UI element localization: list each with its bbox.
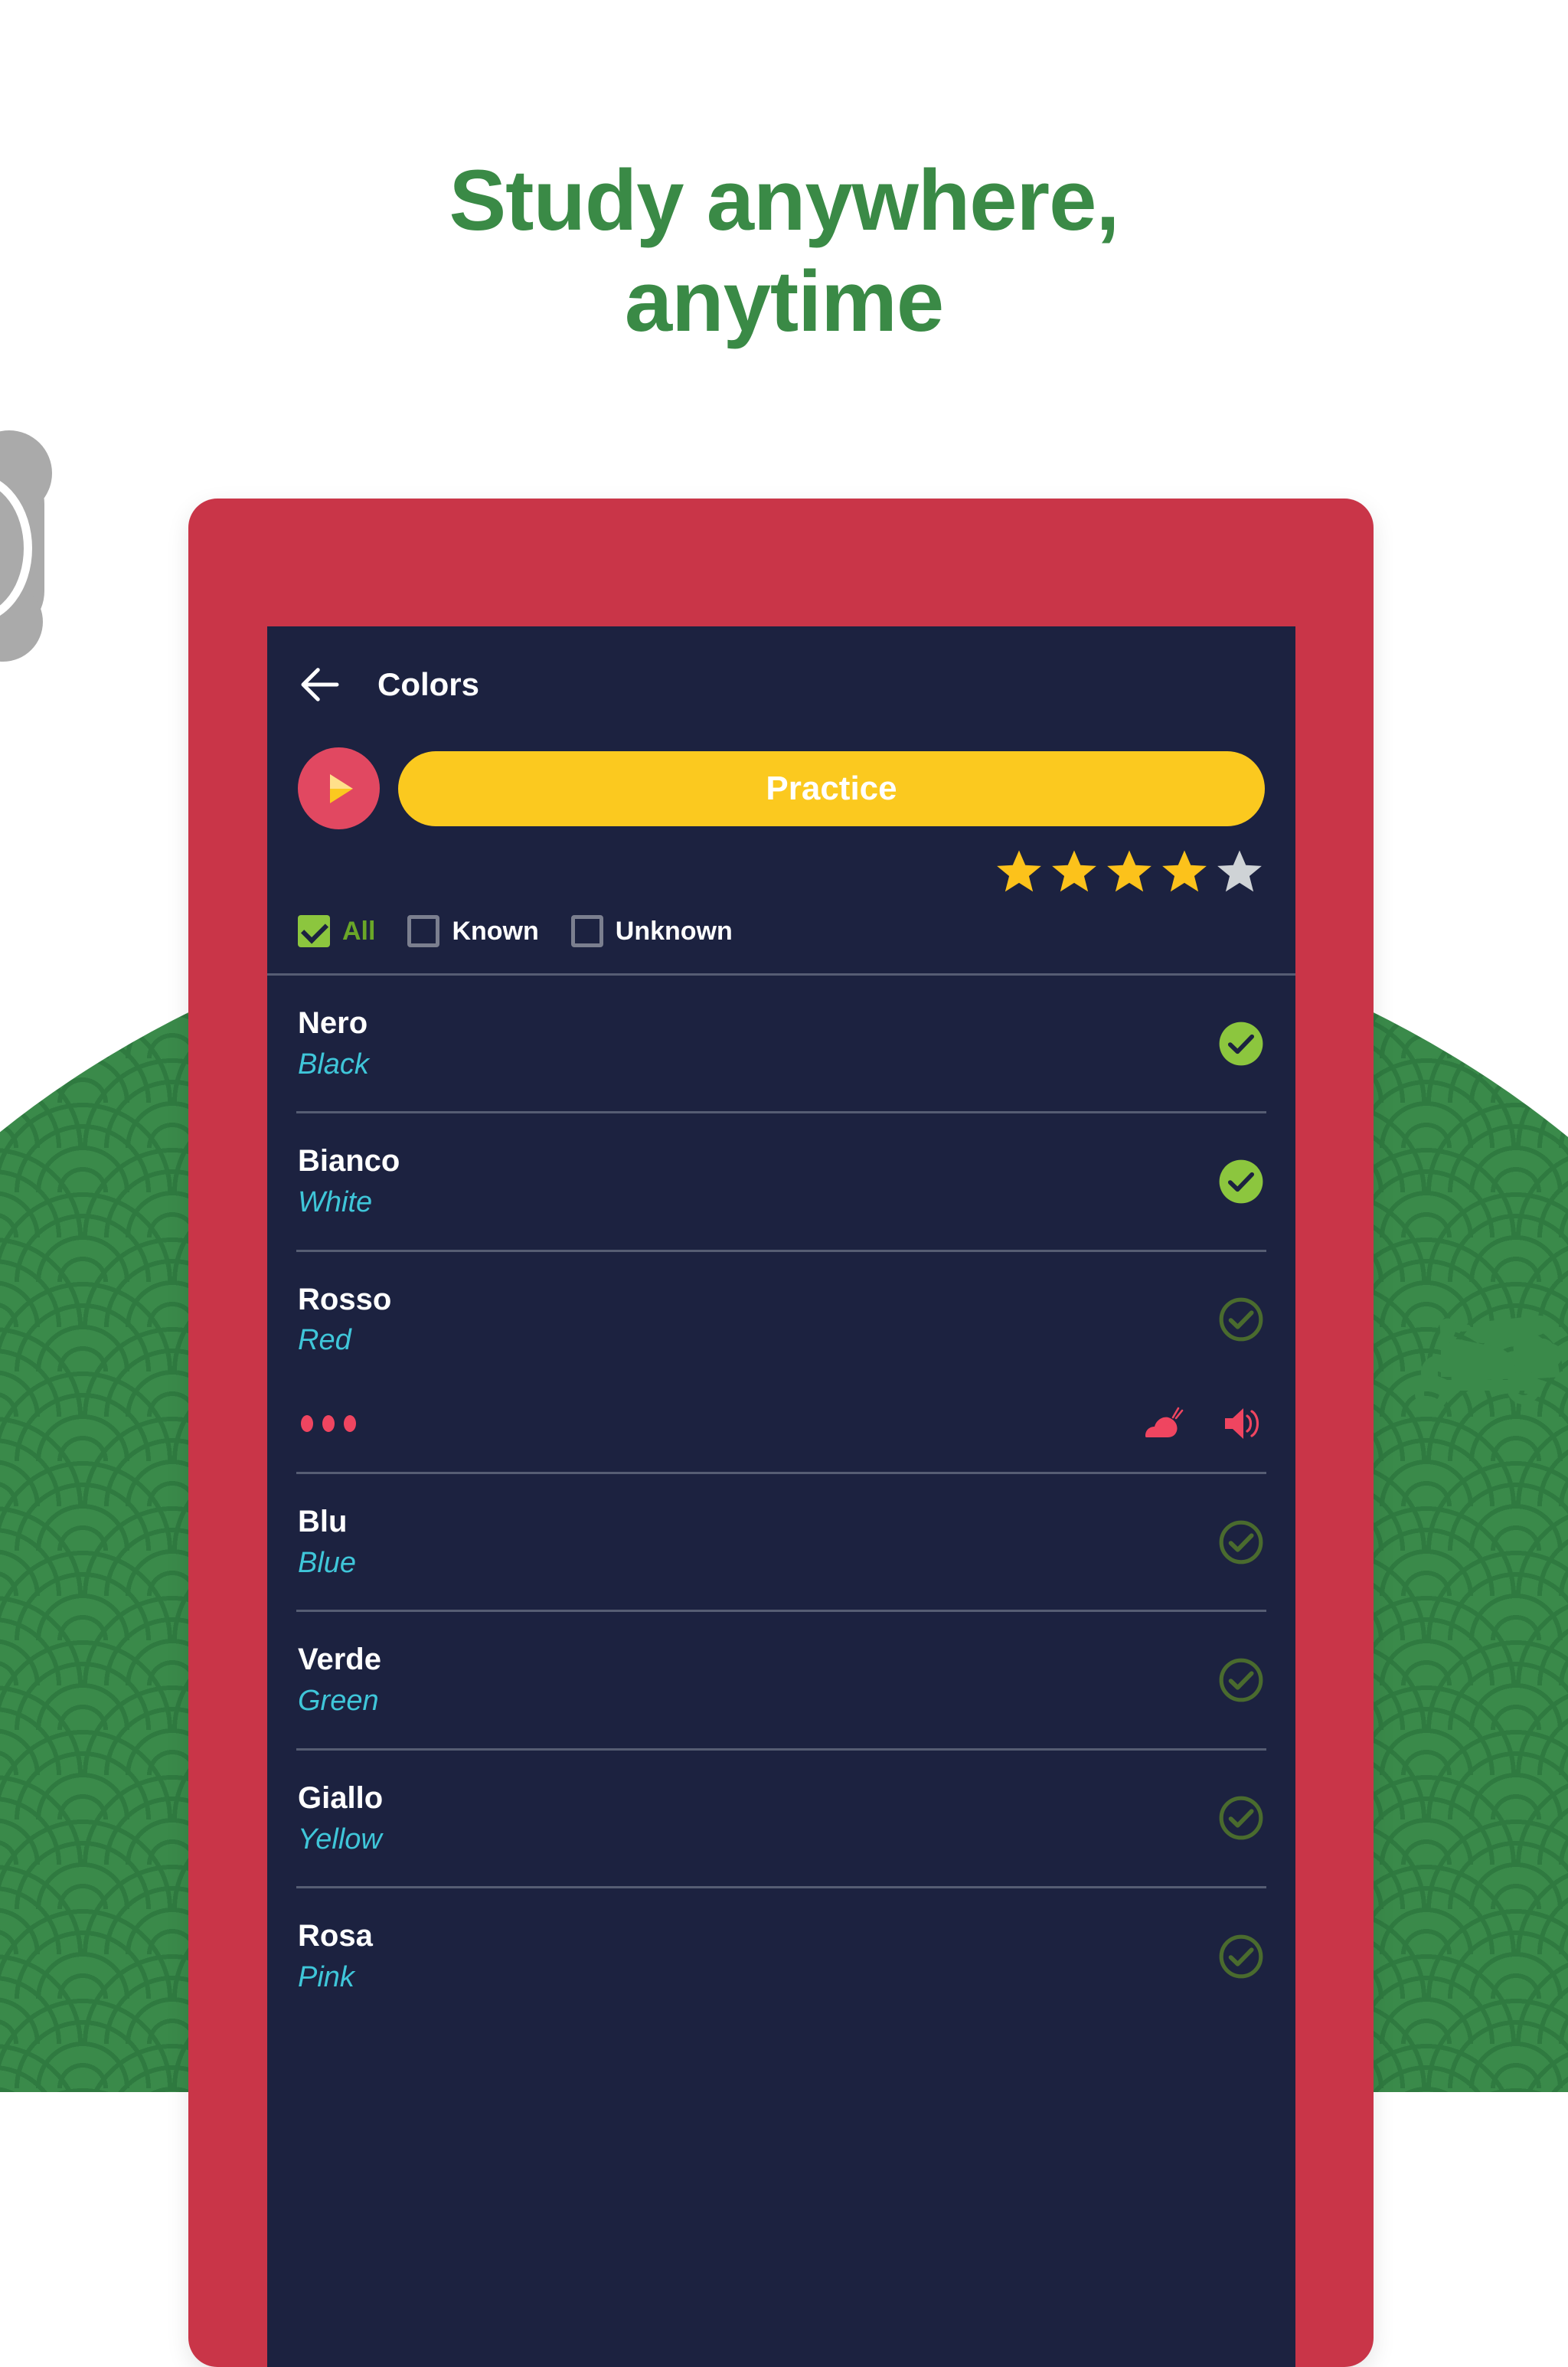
tablet-device-frame: Colors Practice All Known Unknown Nero B… [188, 499, 1374, 2367]
word-term: Bianco [298, 1144, 400, 1179]
list-item[interactable]: Bianco White [267, 1113, 1295, 1249]
word-term: Verde [298, 1643, 381, 1677]
unknown-check-icon[interactable] [1217, 1656, 1265, 1704]
filter-unknown[interactable]: Unknown [570, 915, 733, 947]
practice-button[interactable]: Practice [398, 750, 1265, 826]
filter-row: All Known Unknown [267, 897, 1295, 973]
word-translation: Pink [298, 1960, 354, 1993]
known-check-icon[interactable] [1217, 1158, 1265, 1205]
list-item[interactable]: Verde Green [267, 1612, 1295, 1747]
list-item[interactable]: Blu Blue [267, 1474, 1295, 1610]
app-screen: Colors Practice All Known Unknown Nero B… [267, 626, 1295, 2367]
filter-all-label: All [342, 916, 376, 946]
app-bar: Colors [267, 626, 1295, 743]
star-filled-icon[interactable] [1104, 846, 1155, 897]
row-actions [267, 1388, 1295, 1472]
word-translation: White [298, 1186, 373, 1219]
checkbox-unknown[interactable] [570, 915, 603, 947]
word-list: Nero Black Bianco White Rosso Red Blu Bl… [267, 976, 1295, 2024]
speaker-audio-icon[interactable] [1222, 1406, 1262, 1441]
word-translation: Yellow [298, 1823, 382, 1855]
list-item[interactable]: Nero Black [267, 976, 1295, 1111]
word-term: Blu [298, 1505, 348, 1539]
unknown-check-icon[interactable] [1217, 1794, 1265, 1842]
headline-line-2: anytime [624, 253, 944, 350]
headline-line-1: Study anywhere, [449, 152, 1119, 248]
arrow-left-icon[interactable] [295, 659, 345, 710]
star-empty-icon[interactable] [1214, 846, 1265, 897]
unknown-check-icon[interactable] [1217, 1519, 1265, 1566]
checkbox-known[interactable] [407, 915, 440, 947]
word-translation: Black [298, 1048, 369, 1081]
list-item[interactable]: Rosa Pink [267, 1888, 1295, 2024]
star-filled-icon[interactable] [994, 846, 1044, 897]
filter-all[interactable]: All [298, 915, 375, 947]
filter-known-label: Known [452, 916, 539, 946]
unknown-check-icon[interactable] [1217, 1296, 1265, 1343]
star-filled-icon[interactable] [1159, 846, 1210, 897]
play-icon[interactable] [298, 747, 380, 829]
filter-known[interactable]: Known [407, 915, 539, 947]
unknown-check-icon[interactable] [1217, 1933, 1265, 1980]
list-item[interactable]: Rosso Red [267, 1252, 1295, 1388]
list-item[interactable]: Giallo Yellow [267, 1751, 1295, 1886]
word-term: Giallo [298, 1780, 384, 1815]
snail-slow-audio-icon[interactable] [1142, 1407, 1187, 1440]
word-translation: Green [298, 1685, 379, 1718]
word-term: Rosso [298, 1282, 392, 1316]
known-check-icon[interactable] [1217, 1020, 1265, 1067]
practice-row: Practice [267, 747, 1295, 829]
filter-unknown-label: Unknown [615, 916, 733, 946]
word-term: Rosa [298, 1919, 373, 1953]
checkbox-all[interactable] [298, 915, 330, 947]
word-term: Nero [298, 1006, 368, 1040]
star-filled-icon[interactable] [1049, 846, 1099, 897]
page-title: Study anywhere, anytime [0, 150, 1568, 352]
word-translation: Red [298, 1324, 351, 1357]
rating-stars[interactable] [267, 829, 1295, 897]
app-bar-title: Colors [377, 666, 480, 702]
word-translation: Blue [298, 1546, 357, 1579]
more-options-icon[interactable] [301, 1415, 356, 1433]
vespa-scooter-icon [1415, 1315, 1563, 1411]
